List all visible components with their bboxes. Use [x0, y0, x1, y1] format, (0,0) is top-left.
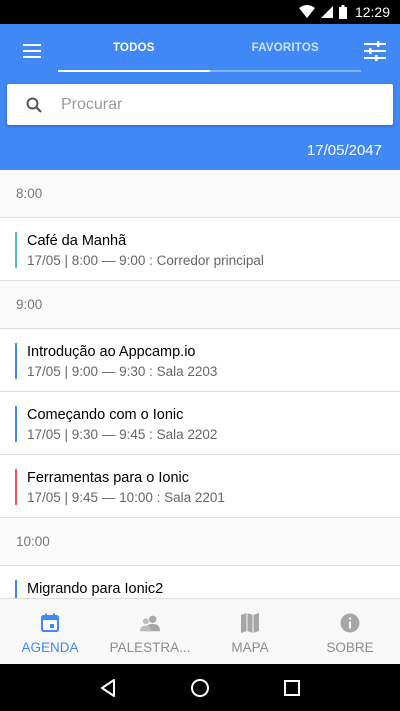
- recents-button[interactable]: [277, 673, 307, 703]
- calendar-icon: [39, 612, 61, 634]
- tab-todos[interactable]: TODOS: [58, 24, 210, 72]
- status-icons: 12:29: [298, 4, 390, 20]
- session-item[interactable]: Ferramentas para o Ionic 17/05 | 9:45 — …: [0, 455, 400, 518]
- home-icon: [191, 678, 209, 697]
- info-icon: [339, 612, 361, 634]
- menu-icon: [23, 44, 41, 58]
- tab-sobre[interactable]: SOBRE: [300, 599, 400, 664]
- session-item[interactable]: Começando com o Ionic 17/05 | 9:30 — 9:4…: [0, 392, 400, 455]
- status-bar: 12:29: [0, 0, 400, 24]
- segment-tabs: TODOS FAVORITOS: [58, 24, 361, 72]
- time-divider: 9:00: [0, 281, 400, 329]
- session-meta: 17/05 | 8:00 — 9:00 : Corredor principal: [27, 253, 264, 268]
- app-header: TODOS FAVORITOS 17/05/2047: [0, 24, 400, 170]
- status-time: 12:29: [354, 4, 390, 20]
- session-item[interactable]: Migrando para Ionic2: [0, 566, 400, 598]
- signal-icon: [320, 6, 333, 18]
- tab-indicator: [209, 70, 361, 72]
- tab-agenda-label: AGENDA: [21, 640, 79, 655]
- session-title: Começando com o Ionic: [27, 407, 184, 423]
- track-color-bar: [15, 232, 17, 268]
- tab-todos-label: TODOS: [112, 42, 155, 54]
- bottom-tab-bar: AGENDA PALESTRA... MAPA SOBRE: [0, 598, 400, 664]
- tab-favoritos[interactable]: FAVORITOS: [209, 24, 361, 72]
- wifi-icon: [298, 5, 315, 18]
- session-meta: 17/05 | 9:00 — 9:30 : Sala 2203: [27, 364, 218, 379]
- tab-mapa-label: MAPA: [231, 640, 269, 655]
- search-input[interactable]: [61, 95, 361, 114]
- tab-sobre-label: SOBRE: [326, 640, 374, 655]
- session-title: Introdução ao Appcamp.io: [27, 344, 196, 360]
- session-meta: 17/05 | 9:30 — 9:45 : Sala 2202: [27, 427, 218, 442]
- tab-favoritos-label: FAVORITOS: [251, 42, 319, 54]
- track-color-bar: [15, 469, 17, 505]
- tune-icon: [364, 41, 386, 61]
- track-color-bar: [15, 580, 17, 598]
- home-button[interactable]: [185, 673, 215, 703]
- map-icon: [239, 612, 261, 634]
- session-title: Migrando para Ionic2: [27, 581, 164, 597]
- session-title: Ferramentas para o Ionic: [27, 470, 189, 486]
- time-divider: 8:00: [0, 170, 400, 218]
- tab-indicator: [58, 70, 210, 72]
- track-color-bar: [15, 343, 17, 379]
- tab-palestrantes-label: PALESTRA...: [109, 640, 191, 655]
- tab-agenda[interactable]: AGENDA: [0, 599, 100, 664]
- session-meta: 17/05 | 9:45 — 10:00 : Sala 2201: [27, 490, 225, 505]
- system-nav-bar: [0, 664, 400, 711]
- recents-icon: [284, 679, 300, 696]
- time-divider: 10:00: [0, 518, 400, 566]
- date-label: 17/05/2047: [306, 142, 382, 159]
- session-title: Café da Manhã: [27, 233, 127, 249]
- tab-palestrantes[interactable]: PALESTRA...: [100, 599, 200, 664]
- schedule-list: 8:00 Café da Manhã 17/05 | 8:00 — 9:00 :…: [0, 170, 400, 598]
- menu-button[interactable]: [20, 39, 44, 63]
- filter-button[interactable]: [362, 38, 388, 64]
- session-item[interactable]: Café da Manhã 17/05 | 8:00 — 9:00 : Corr…: [0, 218, 400, 281]
- search-icon: [7, 84, 61, 125]
- people-icon: [139, 612, 161, 634]
- tab-mapa[interactable]: MAPA: [200, 599, 300, 664]
- search-bar: [7, 84, 393, 125]
- session-item[interactable]: Introdução ao Appcamp.io 17/05 | 9:00 — …: [0, 329, 400, 392]
- battery-icon: [338, 5, 347, 19]
- track-color-bar: [15, 406, 17, 442]
- back-button[interactable]: [93, 673, 123, 703]
- back-icon: [101, 678, 115, 697]
